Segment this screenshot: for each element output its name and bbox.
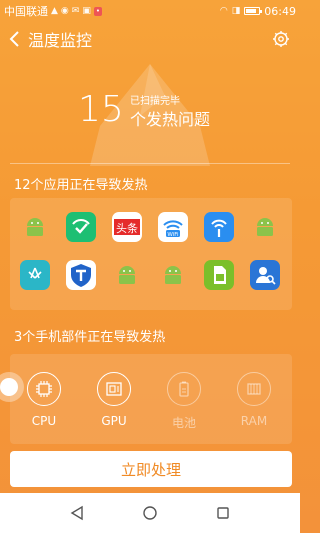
settings-button[interactable] — [272, 30, 290, 48]
svg-text:头条: 头条 — [116, 221, 138, 235]
part-label: CPU — [31, 414, 57, 428]
handle-now-button[interactable]: 立即处理 — [10, 451, 292, 487]
back-triangle-icon — [70, 505, 83, 521]
wifi-status-icon: ◠ — [219, 6, 228, 16]
app-item-4[interactable] — [204, 212, 234, 242]
system-nav-bar — [0, 493, 300, 533]
cpu-icon — [36, 381, 52, 397]
apps-section-title: 12个应用正在导致发热 — [14, 178, 148, 193]
wifi-icon: WiFi — [158, 212, 188, 242]
app-header: 温度监控 — [0, 22, 300, 56]
part-label: GPU — [101, 414, 127, 428]
part-label: 电池 — [171, 416, 196, 430]
shield-check-icon — [66, 212, 96, 242]
app-item-1[interactable] — [66, 212, 96, 242]
nav-home-button[interactable] — [140, 503, 160, 523]
issue-label: 个发热问题 — [130, 110, 211, 129]
nav-back-button[interactable] — [67, 503, 87, 523]
issue-count: 15 — [78, 89, 124, 130]
android-icon — [165, 266, 181, 284]
app-item-3[interactable]: WiFi — [158, 212, 188, 242]
ram-icon — [247, 383, 261, 395]
notification-icon: ◉ — [60, 6, 69, 16]
scan-status-label: 已扫描完毕 — [130, 96, 180, 107]
notification-icon: ✉ — [71, 6, 80, 16]
android-icon — [257, 218, 273, 236]
android-icon — [119, 266, 135, 284]
parts-section-title: 3个手机部件正在导致发热 — [14, 330, 166, 345]
part-ram[interactable]: RAM — [224, 372, 284, 428]
status-bar: 中国联通 ▲ ◉ ✉ ▣ • ◠ ◨ 06:49 — [0, 0, 300, 22]
wifi-hotspot-icon — [204, 212, 234, 242]
scan-summary: 15 已扫描完毕 个发热问题 — [0, 56, 300, 166]
clock: 06:49 — [264, 4, 296, 18]
apps-card: 头条 WiFi — [10, 198, 292, 310]
part-cpu[interactable]: CPU — [14, 372, 74, 428]
part-battery[interactable]: 电池 — [154, 372, 214, 431]
app-grid: 头条 WiFi — [20, 212, 280, 290]
app-item-6[interactable] — [20, 260, 50, 290]
contacts-search-icon — [250, 260, 280, 290]
app-item-2[interactable]: 头条 — [112, 212, 142, 242]
notification-icon: ▣ — [82, 6, 91, 16]
carrier-label: 中国联通 — [4, 5, 48, 18]
android-icon — [27, 218, 43, 236]
back-button[interactable] — [0, 22, 28, 56]
svg-text:WiFi: WiFi — [167, 232, 179, 238]
notification-badge-icon: • — [93, 6, 102, 16]
gear-icon — [273, 31, 289, 47]
app-item-5[interactable] — [250, 212, 280, 242]
divider — [10, 163, 290, 164]
part-gpu[interactable]: GPU — [84, 372, 144, 428]
page-title: 温度监控 — [28, 31, 93, 50]
app-item-10[interactable] — [204, 260, 234, 290]
sim-card-icon — [204, 260, 234, 290]
nav-recents-button[interactable] — [213, 503, 233, 523]
app-item-9[interactable] — [158, 260, 188, 290]
gpu-icon — [106, 382, 122, 396]
shield-t-icon — [66, 260, 96, 290]
app-item-0[interactable] — [20, 212, 50, 242]
home-circle-icon — [143, 506, 157, 520]
recents-square-icon — [217, 507, 230, 519]
app-item-8[interactable] — [112, 260, 142, 290]
chevron-left-icon — [9, 31, 19, 47]
huawei-icon — [20, 260, 50, 290]
signal-icon: ▲ — [51, 6, 58, 16]
battery-icon — [244, 7, 263, 15]
part-label: RAM — [240, 414, 268, 428]
app-item-7[interactable] — [66, 260, 96, 290]
parts-card: CPU GPU 电池 RAM — [10, 354, 292, 444]
handle-dot — [0, 378, 18, 396]
battery-icon — [179, 381, 189, 397]
toutiao-icon: 头条 — [112, 212, 142, 242]
app-item-11[interactable] — [250, 260, 280, 290]
sim-status-icon: ◨ — [231, 6, 241, 16]
